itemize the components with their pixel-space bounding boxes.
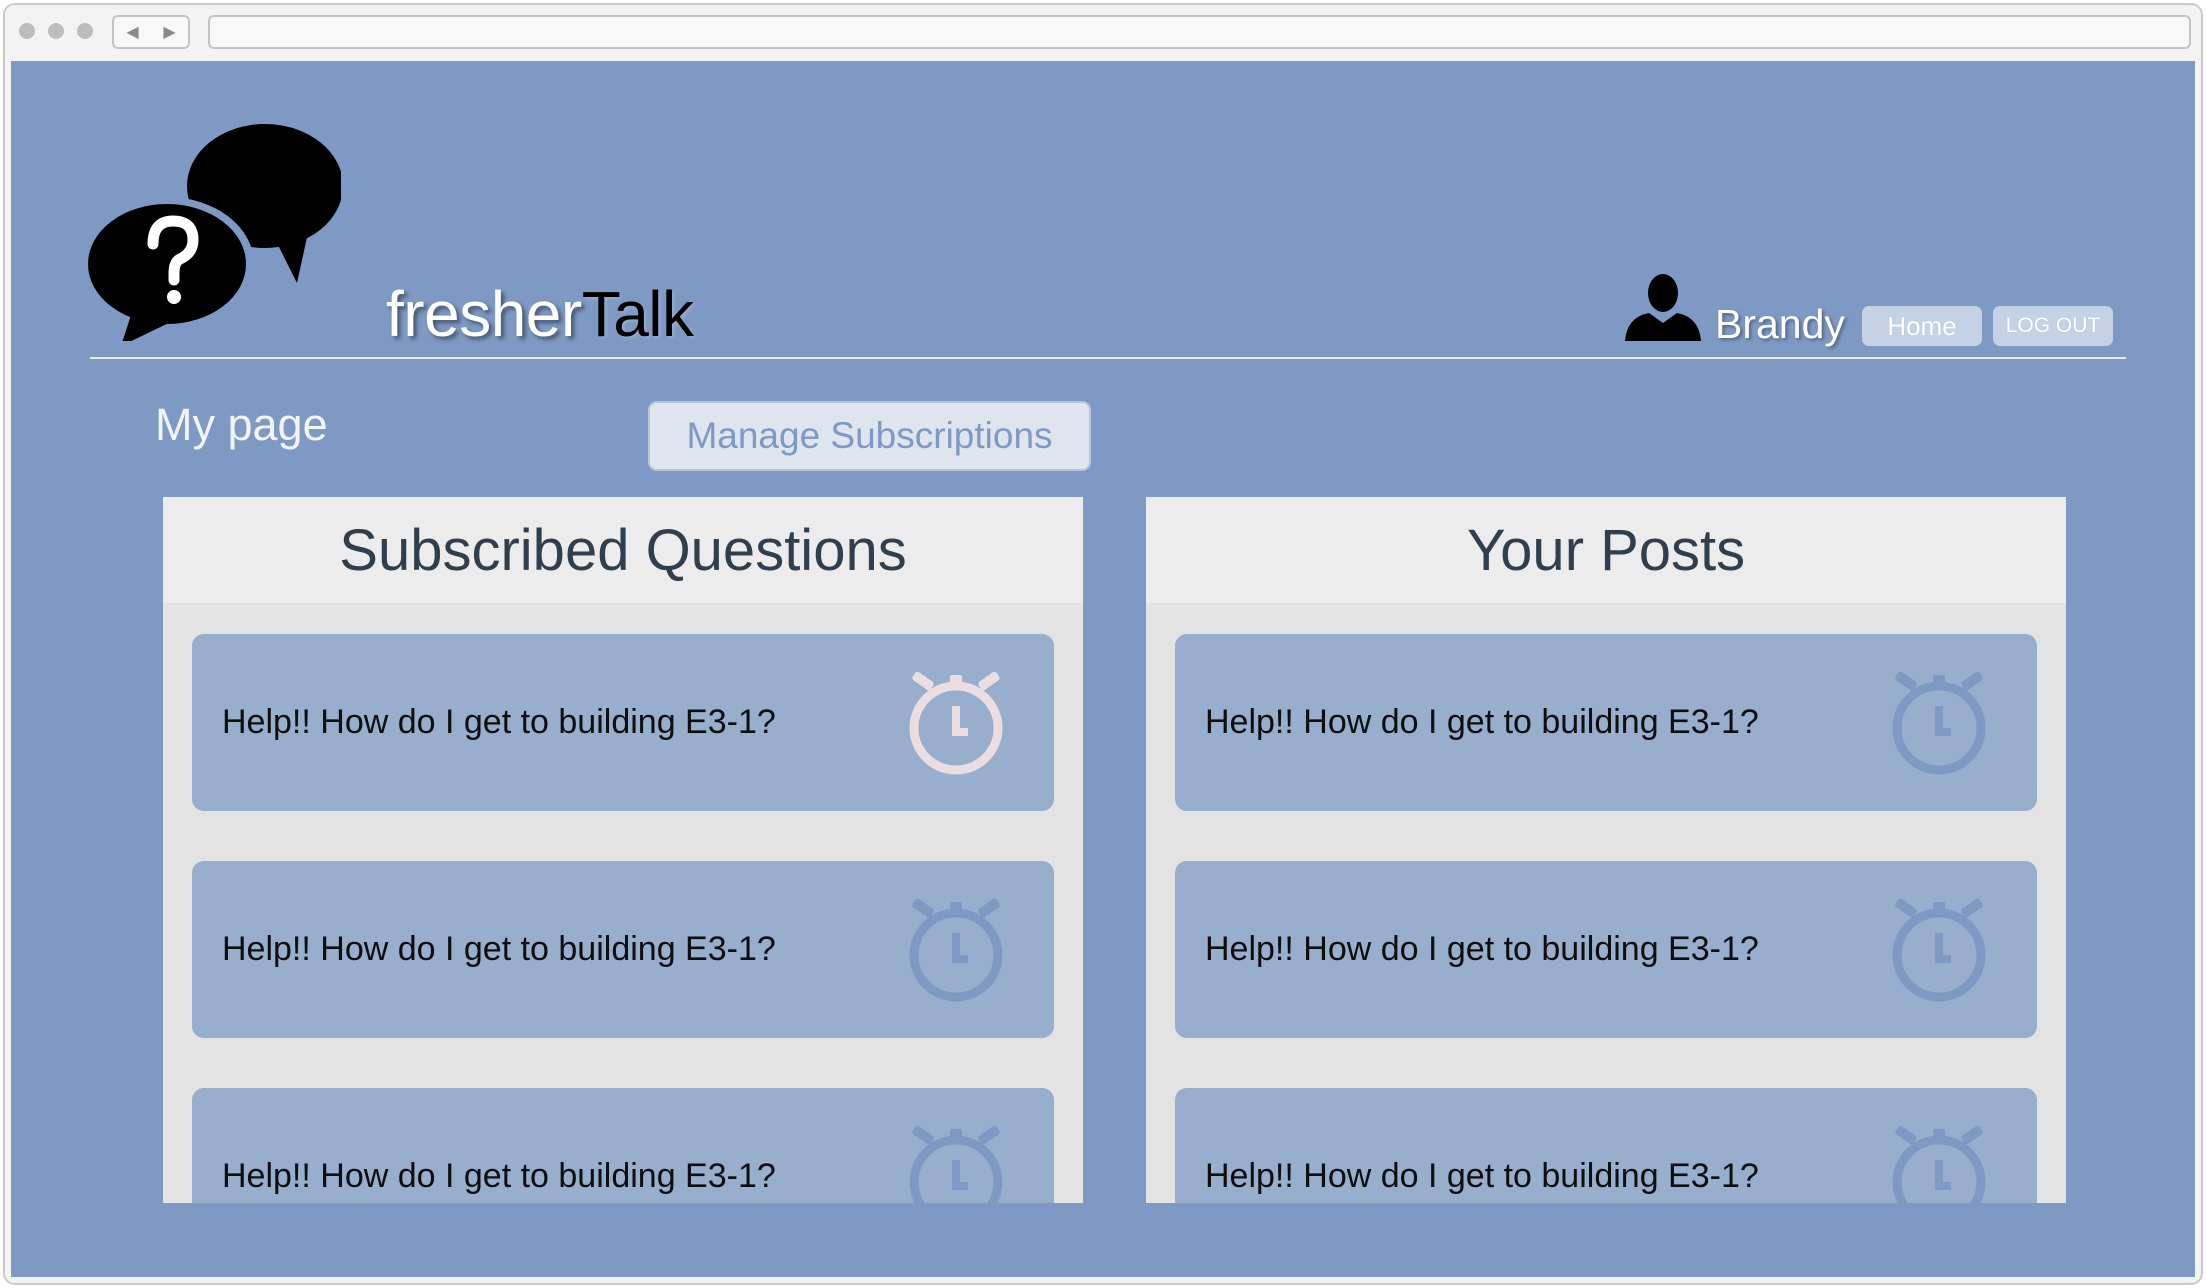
stopwatch-icon [909, 898, 1003, 1002]
post-text: Help!! How do I get to building E3-1? [1205, 1157, 1759, 1195]
username-label: Brandy [1715, 301, 1845, 347]
post-card[interactable]: Help!! How do I get to building E3-1? [1175, 634, 2037, 811]
stopwatch-icon [909, 671, 1003, 775]
home-button[interactable]: Home [1862, 306, 1982, 346]
subscribed-question-card[interactable]: Help!! How do I get to building E3-1? [192, 634, 1054, 811]
logout-button[interactable]: LOG OUT [1993, 306, 2113, 346]
back-arrow-icon[interactable]: ◀ [114, 17, 151, 47]
your-posts-panel: Your Posts Help!! How do I get to buildi… [1146, 497, 2066, 1203]
subscribed-question-card[interactable]: Help!! How do I get to building E3-1? [192, 861, 1054, 1038]
post-card[interactable]: Help!! How do I get to building E3-1? [1175, 861, 2037, 1038]
subscribed-questions-heading: Subscribed Questions [163, 497, 1083, 603]
brand-wordmark[interactable]: fresherTalk [386, 277, 694, 351]
subscribed-question-card[interactable]: Help!! How do I get to building E3-1? [192, 1088, 1054, 1203]
forward-arrow-icon[interactable]: ▶ [151, 17, 188, 47]
browser-window: ◀ ▶ fresherTalk Brandy Home LOG OUT My p… [3, 3, 2203, 1285]
brand-part-talk: Talk [581, 278, 694, 350]
stopwatch-icon [1892, 898, 1986, 1002]
browser-titlebar: ◀ ▶ [5, 5, 2201, 59]
stopwatch-icon [1892, 1125, 1986, 1203]
post-text: Help!! How do I get to building E3-1? [1205, 703, 1759, 741]
question-text: Help!! How do I get to building E3-1? [222, 930, 776, 968]
page-content: fresherTalk Brandy Home LOG OUT My page … [11, 61, 2195, 1277]
close-window-dot[interactable] [19, 23, 35, 39]
manage-subscriptions-button[interactable]: Manage Subscriptions [648, 401, 1091, 471]
minimize-window-dot[interactable] [48, 23, 64, 39]
brand-part-fresher: fresher [386, 278, 582, 350]
stopwatch-icon [1892, 671, 1986, 775]
history-nav: ◀ ▶ [112, 15, 190, 49]
speech-bubbles-question-logo-icon [85, 124, 341, 341]
header-divider [90, 357, 2126, 359]
page-title: My page [155, 399, 328, 450]
stopwatch-icon [909, 1125, 1003, 1203]
your-posts-heading: Your Posts [1146, 497, 2066, 603]
zoom-window-dot[interactable] [77, 23, 93, 39]
question-text: Help!! How do I get to building E3-1? [222, 703, 776, 741]
subscribed-questions-panel: Subscribed Questions Help!! How do I get… [163, 497, 1083, 1203]
address-bar[interactable] [208, 15, 2191, 49]
question-text: Help!! How do I get to building E3-1? [222, 1157, 776, 1195]
post-text: Help!! How do I get to building E3-1? [1205, 930, 1759, 968]
user-silhouette-icon [1625, 274, 1701, 341]
post-card[interactable]: Help!! How do I get to building E3-1? [1175, 1088, 2037, 1203]
